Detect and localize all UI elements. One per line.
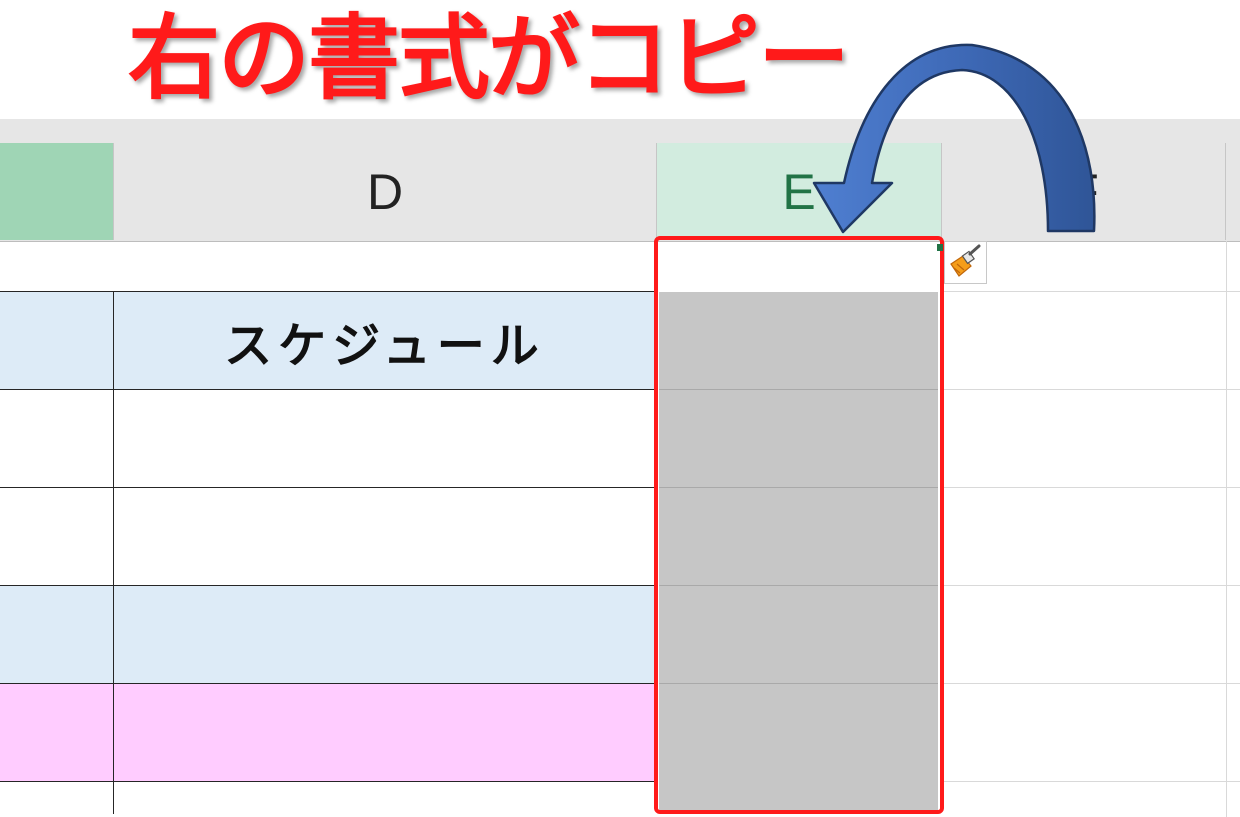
column-header-f[interactable]: F [941, 143, 1226, 240]
row-3-cells[interactable] [0, 488, 656, 585]
schedule-cell-text: スケジュール [224, 317, 545, 374]
fill-handle[interactable] [937, 244, 943, 251]
gridline [941, 781, 1240, 782]
gridline [941, 389, 1240, 390]
spreadsheet-screenshot: D E F スケジュール 右の書式がコピー [0, 0, 1240, 817]
row-2-cells[interactable] [0, 390, 656, 487]
row-border [0, 389, 656, 390]
column-header-c[interactable] [0, 143, 113, 240]
annotation-title: 右の書式がコピー [125, 3, 852, 115]
highlight-box [654, 236, 944, 814]
row-border [0, 487, 656, 488]
gridline [941, 487, 1240, 488]
row-4-cells[interactable] [0, 586, 656, 683]
row-5-cells[interactable] [0, 684, 656, 781]
gridline [941, 585, 1240, 586]
paintbrush-icon-graphic [950, 244, 981, 277]
gridline [941, 683, 1240, 684]
column-header-e[interactable]: E [656, 143, 941, 240]
row-border [0, 683, 656, 684]
column-header-d[interactable]: D [113, 143, 656, 240]
paintbrush-icon[interactable] [944, 241, 987, 284]
column-border-f [1226, 241, 1227, 817]
row-border [0, 781, 656, 782]
gridline [941, 291, 1240, 292]
row-border [0, 585, 656, 586]
